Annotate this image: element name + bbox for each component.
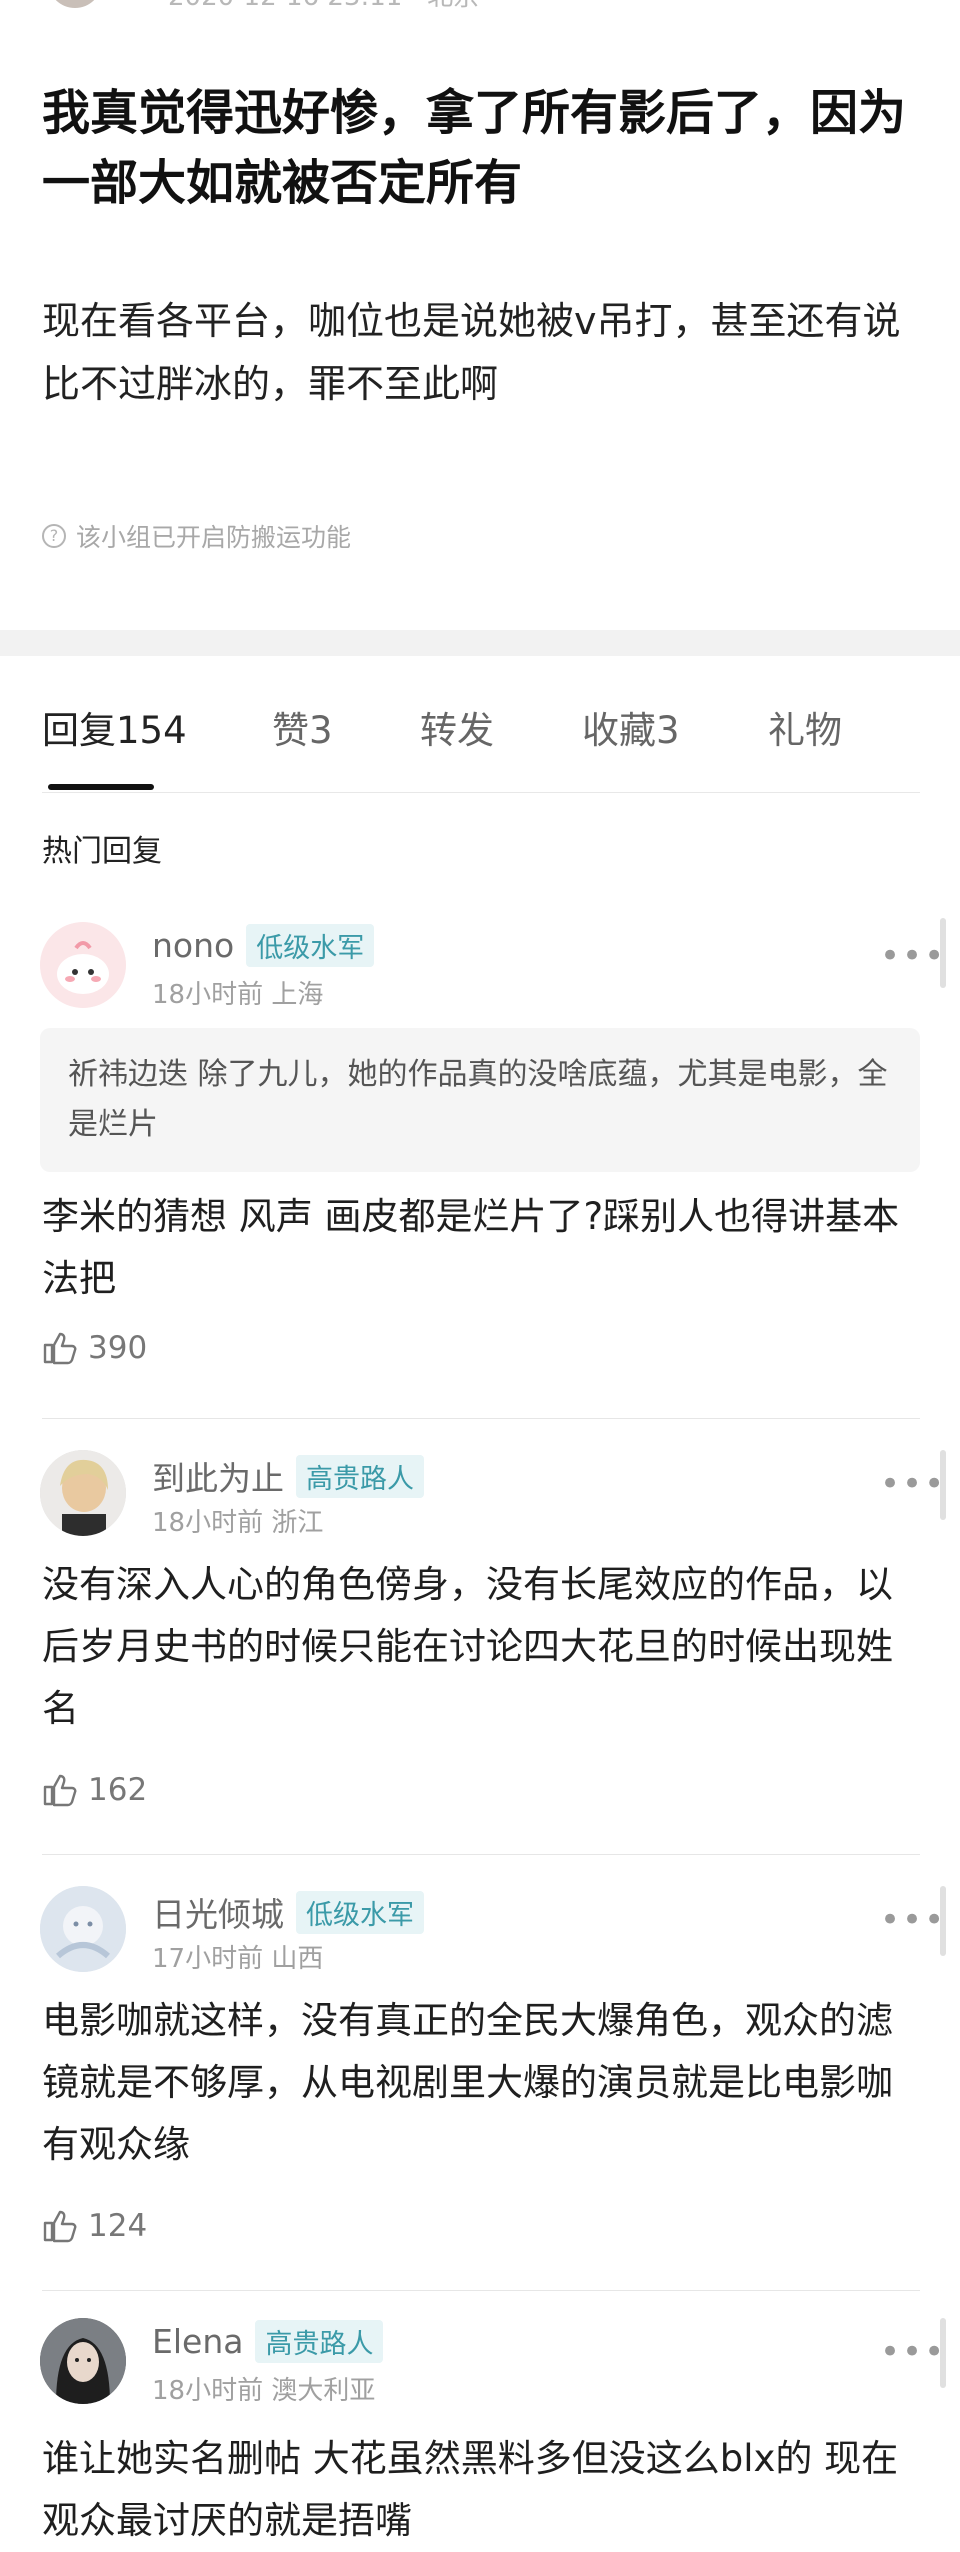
comment-text: 电影咖就这样，没有真正的全民大爆角色，观众的滤镜就是不够厚，从电视剧里大爆的演员… — [42, 1999, 893, 2166]
scrollbar-thumb[interactable] — [940, 918, 946, 988]
tab-likes[interactable]: 赞3 — [272, 700, 333, 754]
name-row: nono 低级水军 — [152, 924, 375, 967]
anti-repost-notice: ? 该小组已开启防搬运功能 — [42, 518, 351, 554]
more-icon[interactable]: ••• — [880, 1900, 946, 1940]
post-title: 我真觉得迅好惨，拿了所有影后了，因为一部大如就被否定所有 — [42, 85, 907, 211]
comment-meta: 18小时前 澳大利亚 — [152, 2376, 376, 2406]
tab-label: 回复 — [42, 709, 116, 752]
user-badge: 低级水军 — [246, 924, 375, 967]
tab-label: 转发 — [420, 709, 494, 752]
like-count: 162 — [88, 1772, 148, 1808]
thumbs-up-icon — [43, 1774, 77, 1807]
cartoon-avatar-icon — [40, 922, 126, 1008]
avatar[interactable] — [40, 1450, 126, 1536]
avatar[interactable] — [40, 2318, 126, 2404]
comment-meta: 18小时前 浙江 — [152, 1508, 324, 1538]
author-avatar[interactable] — [48, 0, 102, 8]
user-photo-icon — [40, 1450, 126, 1536]
comment-meta: 17小时前 山西 — [152, 1944, 324, 1974]
commenter-name[interactable]: Elena — [152, 2322, 243, 2361]
like-count: 390 — [88, 1330, 148, 1366]
post-meta: 2020-12-16 23:11 · 北京 — [168, 0, 479, 13]
commenter-name[interactable]: 到此为止 — [152, 1452, 284, 1500]
tab-label: 礼物 — [768, 709, 842, 752]
name-row: 日光倾城 低级水军 — [152, 1888, 424, 1936]
more-icon[interactable]: ••• — [880, 2332, 946, 2372]
user-badge: 低级水军 — [296, 1890, 424, 1934]
comment-meta: 18小时前 上海 — [152, 980, 324, 1010]
tab-count: 3 — [656, 709, 680, 752]
comment-text: 谁让她实名删帖 大花虽然黑料多但没这么blx的 现在观众最讨厌的就是捂嘴 — [42, 2437, 899, 2542]
like-count: 124 — [88, 2208, 148, 2244]
comment-divider — [42, 2290, 920, 2291]
thumbs-up-icon — [43, 2210, 77, 2243]
section-divider — [0, 630, 960, 656]
more-icon[interactable]: ••• — [880, 1464, 946, 1504]
comment-divider — [42, 1418, 920, 1419]
hot-replies-heading: 热门回复 — [42, 834, 162, 869]
tab-label: 赞 — [272, 709, 309, 752]
tab-gifts[interactable]: 礼物 — [768, 700, 842, 754]
tab-replies[interactable]: 回复154 — [42, 700, 187, 754]
comment-divider — [42, 1854, 920, 1855]
quoted-reply[interactable]: 祈祎边迭 除了九儿，她的作品真的没啥底蕴，尤其是电影，全是烂片 — [40, 1028, 920, 1172]
commenter-name[interactable]: 日光倾城 — [152, 1888, 284, 1936]
notice-text: 该小组已开启防搬运功能 — [76, 523, 352, 552]
tabs-divider — [42, 792, 920, 793]
avatar[interactable] — [40, 922, 126, 1008]
more-icon[interactable]: ••• — [880, 936, 946, 976]
user-badge: 高贵路人 — [255, 2320, 384, 2363]
tab-count: 3 — [309, 709, 333, 752]
comment-text: 没有深入人心的角色傍身，没有长尾效应的作品，以后岁月史书的时候只能在讨论四大花旦… — [42, 1563, 893, 1730]
user-photo-icon — [40, 2318, 126, 2404]
active-tab-indicator — [48, 784, 154, 790]
avatar[interactable] — [40, 1886, 126, 1972]
thumbs-up-icon — [43, 1332, 77, 1365]
scrollbar-thumb[interactable] — [940, 2318, 946, 2388]
tab-label: 收藏 — [582, 709, 656, 752]
scrollbar-thumb[interactable] — [940, 1886, 946, 1956]
tab-count: 154 — [116, 709, 187, 752]
like-button[interactable]: 390 — [42, 1330, 147, 1366]
like-button[interactable]: 162 — [42, 1772, 147, 1808]
name-row: Elena 高贵路人 — [152, 2320, 384, 2363]
post-body: 现在看各平台，咖位也是说她被v吊打，甚至还有说比不过胖冰的，罪不至此啊 — [42, 299, 901, 406]
question-circle-icon: ? — [42, 524, 66, 548]
comment-text: 李米的猜想 风声 画皮都是烂片了?踩别人也得讲基本法把 — [42, 1195, 900, 1300]
tab-favorites[interactable]: 收藏3 — [582, 700, 680, 754]
name-row: 到此为止 高贵路人 — [152, 1452, 424, 1500]
user-badge: 高贵路人 — [296, 1454, 424, 1498]
commenter-name[interactable]: nono — [152, 926, 234, 965]
post-tabs: 回复154 赞3 转发 收藏3 礼物 — [0, 700, 960, 772]
tab-reposts[interactable]: 转发 — [420, 700, 494, 754]
scrollbar-thumb[interactable] — [940, 1450, 946, 1520]
illustrated-avatar-icon — [40, 1886, 126, 1972]
like-button[interactable]: 124 — [42, 2208, 147, 2244]
